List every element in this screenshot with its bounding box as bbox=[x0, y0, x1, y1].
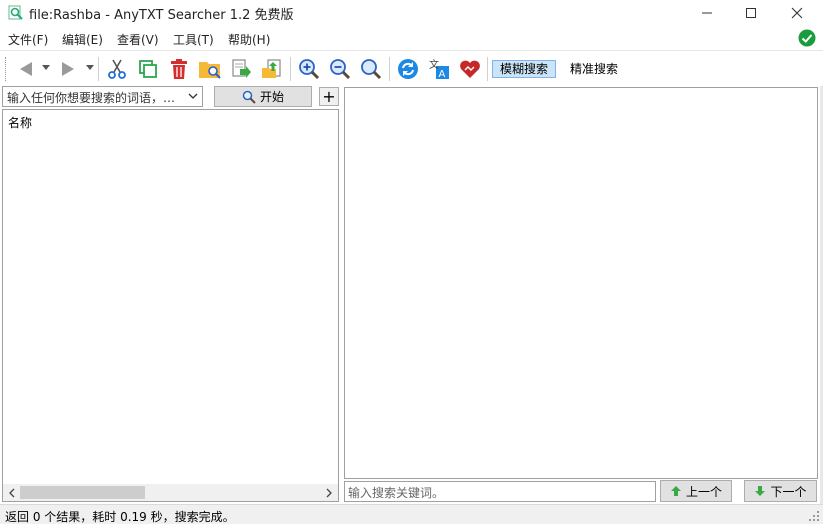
back-button[interactable] bbox=[12, 55, 40, 83]
zoom-out-icon bbox=[330, 59, 351, 80]
menu-file[interactable]: 文件(F) bbox=[8, 31, 48, 48]
add-search-button[interactable]: + bbox=[319, 87, 339, 106]
refresh-icon bbox=[398, 59, 418, 79]
resize-grip-icon[interactable] bbox=[808, 510, 820, 522]
window-title: file:Rashba - AnyTXT Searcher 1.2 免费版 bbox=[29, 8, 294, 23]
forward-icon bbox=[62, 62, 74, 76]
toolbar-separator bbox=[98, 57, 99, 81]
menu-bar: 文件(F) 编辑(E) 查看(V) 工具(T) 帮助(H) bbox=[0, 26, 823, 50]
column-header-name[interactable]: 名称 bbox=[8, 114, 32, 131]
app-search-icon bbox=[8, 5, 23, 20]
close-icon bbox=[791, 7, 803, 19]
zoom-reset-button[interactable] bbox=[357, 55, 385, 83]
search-row: 输入任何你想要搜索的词语，… 开始 + bbox=[0, 86, 342, 108]
delete-button[interactable] bbox=[165, 55, 193, 83]
status-bar: 返回 0 个结果，耗时 0.19 秒，搜索完成。 bbox=[0, 504, 823, 524]
translate-icon: A 文 bbox=[429, 58, 449, 80]
cut-button[interactable] bbox=[103, 55, 131, 83]
next-match-button[interactable]: 下一个 bbox=[744, 480, 817, 502]
open-folder-button[interactable] bbox=[196, 55, 224, 83]
heart-icon bbox=[460, 60, 480, 78]
horizontal-scrollbar[interactable] bbox=[3, 484, 338, 501]
preview-pane[interactable] bbox=[344, 87, 818, 479]
scrollbar-thumb[interactable] bbox=[20, 486, 145, 499]
title-bar: file:Rashba - AnyTXT Searcher 1.2 免费版 bbox=[0, 0, 823, 26]
scroll-right-button[interactable] bbox=[322, 486, 336, 499]
donate-button[interactable] bbox=[456, 55, 484, 83]
close-button[interactable] bbox=[774, 0, 820, 26]
chevron-left-icon bbox=[9, 488, 15, 497]
minimize-button[interactable] bbox=[684, 0, 730, 26]
zoom-in-icon bbox=[299, 59, 320, 80]
arrow-up-icon bbox=[670, 486, 681, 496]
menu-edit[interactable]: 编辑(E) bbox=[62, 31, 103, 48]
exact-search-button[interactable]: 精准搜索 bbox=[562, 60, 626, 78]
search-combobox[interactable]: 输入任何你想要搜索的词语，… bbox=[2, 86, 203, 107]
next-match-label: 下一个 bbox=[770, 484, 807, 499]
svg-text:A: A bbox=[439, 69, 446, 80]
search-input[interactable]: 输入任何你想要搜索的词语，… bbox=[7, 89, 182, 106]
toolbar-separator bbox=[290, 57, 291, 81]
back-dropdown-icon[interactable] bbox=[42, 65, 50, 70]
search-icon bbox=[242, 90, 256, 104]
fuzzy-search-button[interactable]: 模糊搜索 bbox=[492, 60, 557, 78]
forward-dropdown-icon[interactable] bbox=[86, 65, 94, 70]
export-icon bbox=[232, 59, 251, 78]
open-folder-icon bbox=[199, 62, 221, 79]
chevron-right-icon bbox=[326, 488, 332, 497]
zoom-in-button[interactable] bbox=[295, 55, 323, 83]
maximize-button[interactable] bbox=[728, 0, 774, 26]
find-placeholder: 输入搜索关键词。 bbox=[348, 486, 445, 500]
scroll-left-button[interactable] bbox=[5, 486, 19, 499]
previous-match-label: 上一个 bbox=[685, 484, 722, 499]
menu-tools[interactable]: 工具(T) bbox=[173, 31, 214, 48]
import-icon bbox=[262, 59, 281, 78]
previous-match-button[interactable]: 上一个 bbox=[660, 480, 732, 502]
refresh-button[interactable] bbox=[394, 55, 422, 83]
toolbar: A 文 模糊搜索 精准搜索 bbox=[0, 50, 823, 86]
copy-icon bbox=[139, 60, 157, 78]
status-text: 返回 0 个结果，耗时 0.19 秒，搜索完成。 bbox=[5, 510, 235, 524]
copy-button[interactable] bbox=[134, 55, 162, 83]
svg-text:文: 文 bbox=[429, 58, 439, 71]
arrow-down-icon bbox=[755, 486, 766, 496]
find-keyword-input[interactable]: 输入搜索关键词。 bbox=[344, 481, 656, 502]
maximize-icon bbox=[746, 8, 756, 18]
start-search-button[interactable]: 开始 bbox=[214, 86, 312, 107]
cut-icon bbox=[108, 59, 126, 79]
results-list[interactable]: 名称 bbox=[2, 109, 339, 502]
toolbar-separator bbox=[487, 57, 488, 81]
toolbar-grip[interactable] bbox=[5, 57, 8, 81]
translate-button[interactable]: A 文 bbox=[425, 55, 453, 83]
delete-icon bbox=[171, 59, 187, 79]
start-search-label: 开始 bbox=[259, 90, 284, 104]
import-button[interactable] bbox=[258, 55, 286, 83]
menu-help[interactable]: 帮助(H) bbox=[228, 31, 270, 48]
menu-view[interactable]: 查看(V) bbox=[117, 31, 159, 48]
check-circle-icon bbox=[798, 29, 816, 47]
export-button[interactable] bbox=[227, 55, 255, 83]
minimize-icon bbox=[702, 12, 712, 14]
zoom-reset-icon bbox=[361, 59, 382, 80]
zoom-out-button[interactable] bbox=[326, 55, 354, 83]
back-icon bbox=[20, 62, 32, 76]
chevron-down-icon[interactable] bbox=[188, 91, 198, 101]
toolbar-separator bbox=[389, 57, 390, 81]
forward-button[interactable] bbox=[54, 55, 82, 83]
